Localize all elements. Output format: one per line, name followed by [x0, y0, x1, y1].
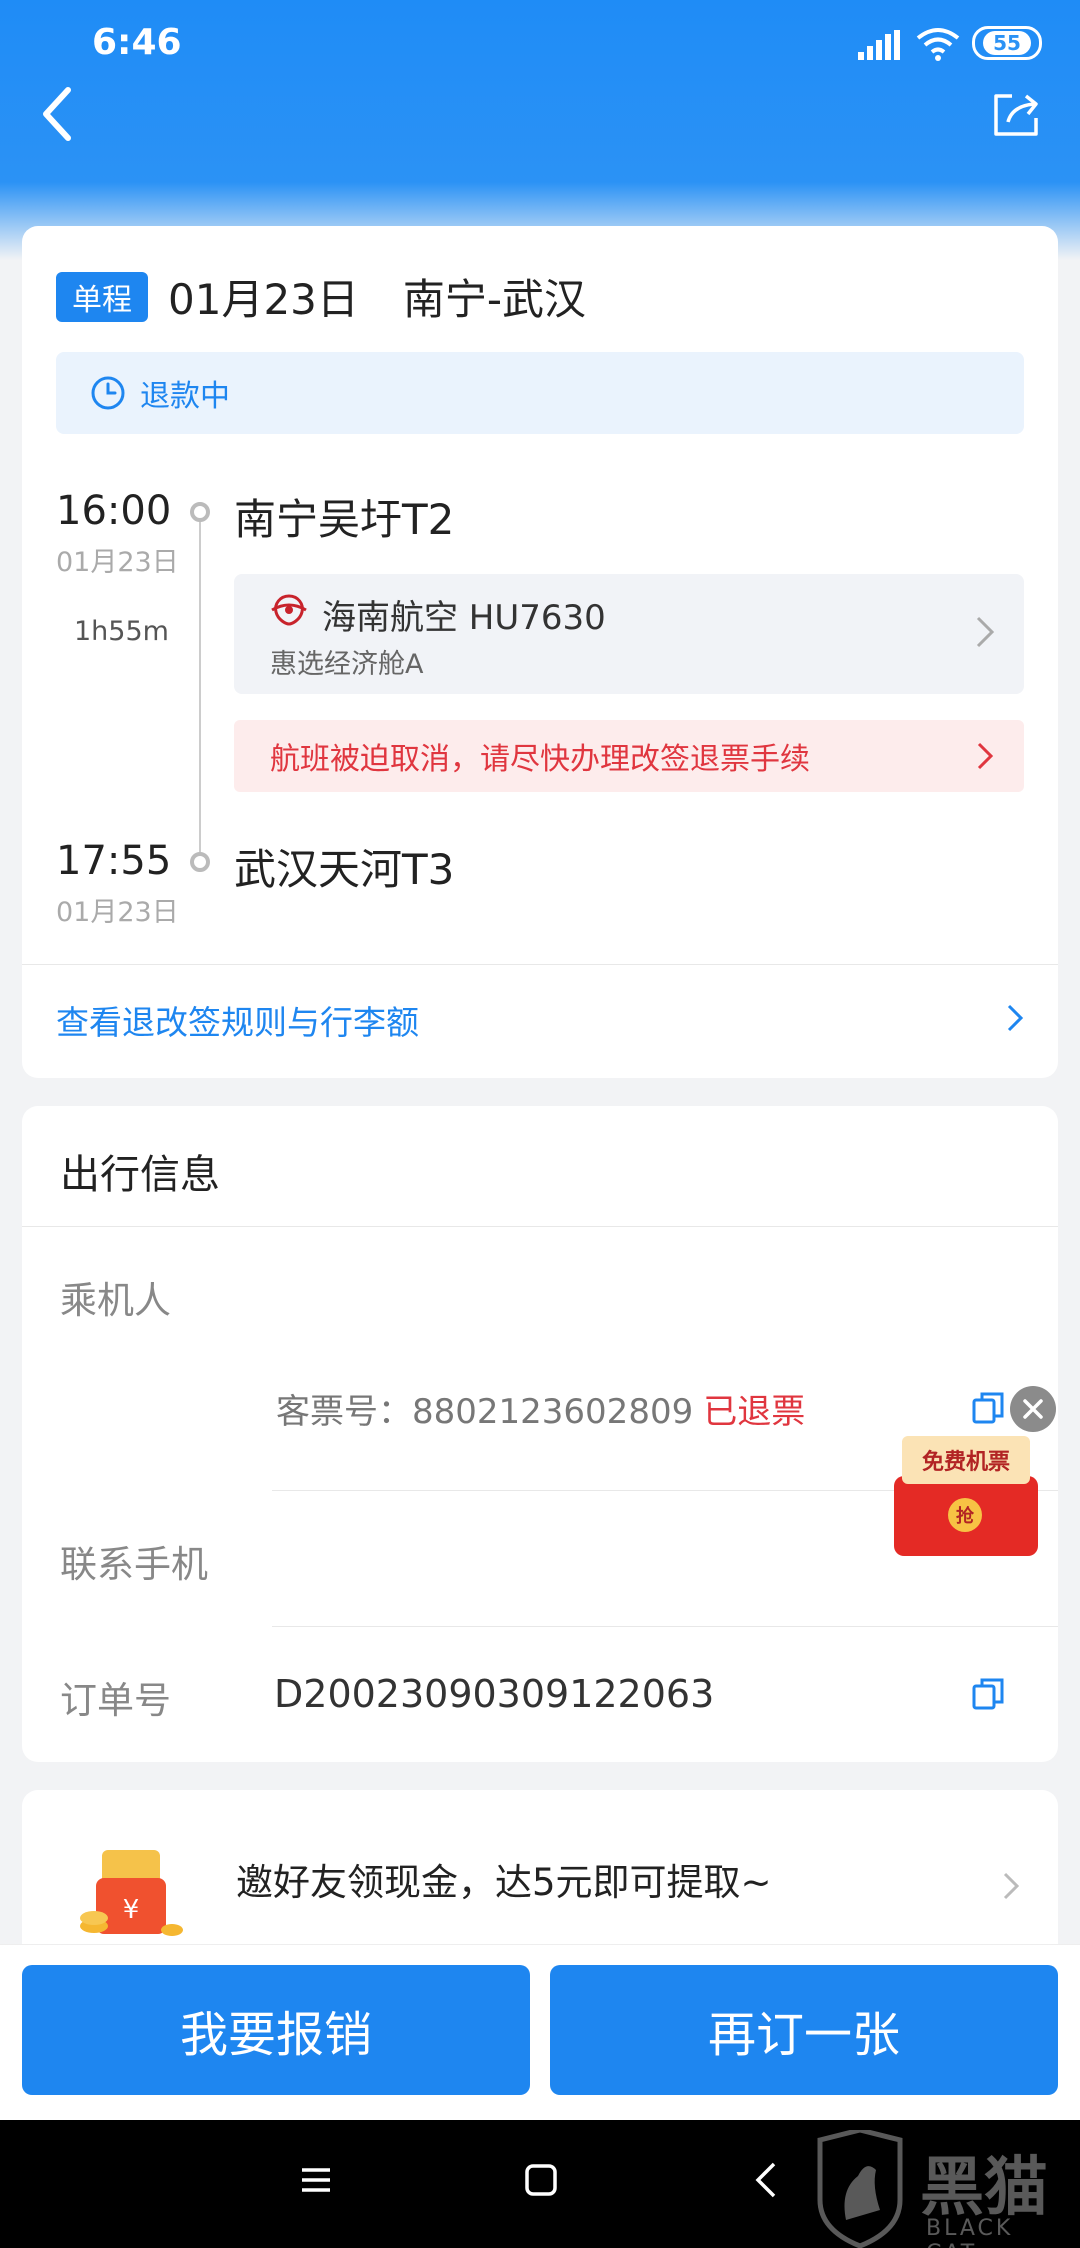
share-icon[interactable]: [990, 88, 1042, 140]
departure-airport: 南宁吴圩T2: [234, 495, 455, 544]
free-ticket-promo[interactable]: 免费机票 抢: [880, 1436, 1050, 1560]
status-bar: 6:46 55: [0, 0, 1080, 90]
refund-status-banner[interactable]: 退款中: [56, 352, 1024, 434]
promo-grab-button: 抢: [948, 1498, 982, 1532]
wifi-icon: [916, 28, 960, 61]
copy-icon[interactable]: [970, 1676, 1006, 1712]
trip-date: 01月23日: [168, 275, 359, 324]
airline-flight-number: 海南航空 HU7630: [322, 598, 606, 638]
black-cat-logo-icon: [817, 2130, 903, 2248]
timeline-dot-departure: [190, 502, 210, 522]
close-icon: [1023, 1399, 1043, 1419]
travel-info-title: 出行信息: [60, 1152, 220, 1198]
ticket-number: 8802123602809: [412, 1392, 694, 1432]
reimburse-button[interactable]: 我要报销: [22, 1965, 530, 2095]
watermark-cn: 黑猫: [920, 2151, 1048, 2225]
timeline-line: [199, 522, 201, 852]
trip-route: 南宁-武汉: [402, 275, 587, 324]
invite-text: 邀好友领现金，达5元即可提取~: [236, 1861, 772, 1904]
system-nav-bar: 黑猫 BLACK CAT: [0, 2120, 1080, 2248]
ticket-info: 客票号：8802123602809 已退票: [276, 1384, 805, 1433]
divider: [272, 1626, 1058, 1627]
watermark: 黑猫 BLACK CAT: [810, 2130, 1070, 2248]
flight-card: 单程 01月23日 南宁-武汉 退款中 16:00 01月23日 1h55m 1…: [22, 226, 1058, 1078]
cancel-notice[interactable]: 航班被迫取消，请尽快办理改签退票手续: [234, 720, 1024, 792]
cash-gift-icon: ¥: [80, 1850, 183, 1936]
close-promo-button[interactable]: [1010, 1386, 1056, 1432]
arrival-date: 01月23日: [56, 897, 179, 928]
bottom-action-bar: 我要报销 再订一张: [0, 1944, 1080, 2120]
chevron-right-icon: [976, 616, 995, 648]
departure-time: 16:00: [56, 488, 172, 534]
rebook-button[interactable]: 再订一张: [550, 1965, 1058, 2095]
divider: [22, 1226, 1058, 1227]
signal-icon: [858, 30, 900, 60]
menu-icon[interactable]: [298, 2162, 334, 2198]
hainan-airlines-logo: [271, 594, 307, 626]
battery-icon: 55: [972, 26, 1042, 60]
svg-text:¥: ¥: [123, 1895, 140, 1925]
phone-label: 联系手机: [60, 1543, 208, 1586]
arrival-time: 17:55: [56, 838, 172, 884]
refund-status: 退款中: [140, 379, 230, 414]
back-icon[interactable]: [36, 84, 80, 144]
flight-duration: 1h55m: [74, 616, 169, 647]
divider: [22, 964, 1058, 965]
nav-back-icon[interactable]: [754, 2160, 778, 2200]
chevron-right-icon[interactable]: [1006, 1002, 1024, 1034]
timeline-dot-arrival: [190, 852, 210, 872]
chevron-right-icon: [1003, 1872, 1020, 1900]
trip-header: 单程 01月23日 南宁-武汉: [56, 266, 586, 327]
rules-baggage-link[interactable]: 查看退改签规则与行李额: [56, 996, 419, 1044]
travel-info-card: 出行信息 乘机人 客票号：8802123602809 已退票 联系手机 订单号 D…: [22, 1106, 1058, 1762]
promo-title: 免费机票: [902, 1436, 1030, 1484]
copy-icon[interactable]: [970, 1390, 1006, 1426]
status-time: 6:46: [92, 22, 182, 63]
departure-date: 01月23日: [56, 547, 179, 578]
ticket-status: 已退票: [703, 1392, 806, 1432]
cancel-notice-text: 航班被迫取消，请尽快办理改签退票手续: [270, 742, 810, 777]
cabin-class: 惠选经济舱A: [270, 649, 424, 680]
ticket-label: 客票号：: [276, 1392, 412, 1432]
chevron-right-icon: [977, 742, 994, 770]
watermark-en: BLACK CAT: [926, 2216, 1014, 2248]
arrival-airport: 武汉天河T3: [234, 845, 455, 894]
home-icon[interactable]: [524, 2162, 558, 2198]
flight-detail-row[interactable]: 海南航空 HU7630 惠选经济舱A: [234, 574, 1024, 694]
order-number: D20023090309122063: [274, 1672, 715, 1716]
battery-level: 55: [983, 31, 1031, 55]
passenger-label: 乘机人: [60, 1279, 171, 1322]
order-number-label: 订单号: [60, 1679, 171, 1722]
header: 6:46 55: [0, 0, 1080, 260]
trip-type-tag: 单程: [56, 271, 148, 322]
clock-icon: [91, 376, 125, 410]
